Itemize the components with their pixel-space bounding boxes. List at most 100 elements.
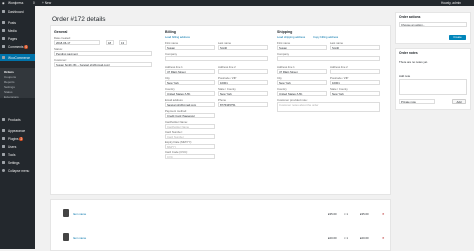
customer-select[interactable]: Susan Smith (#1 – hangari.shi@gmail.com)	[54, 62, 152, 67]
hour-input[interactable]: 18	[106, 40, 114, 45]
order-items-panel: Item name £35.00 × 1 £35.00 ✕ Item name …	[50, 199, 391, 251]
delete-item-icon[interactable]: ✕	[382, 236, 384, 240]
order-action-select[interactable]: Choose an action...	[399, 22, 467, 27]
submenu-reports[interactable]: Reports	[4, 80, 15, 84]
menu-appearance[interactable]: Appearance	[0, 127, 35, 134]
product-thumbnail	[63, 233, 69, 241]
shipping-first-name-input[interactable]: Susan	[277, 45, 327, 50]
submenu-settings[interactable]: Settings	[4, 85, 15, 89]
billing-phone-input[interactable]: 8776345751	[218, 102, 268, 107]
product-thumbnail	[63, 209, 69, 217]
no-notes-text: There are no notes yet.	[399, 60, 428, 64]
item-cost: £35.00	[328, 212, 337, 216]
billing-addr2-input[interactable]	[218, 69, 268, 74]
note-type-select[interactable]: Private note	[399, 99, 435, 104]
posts-icon	[2, 20, 5, 24]
item-name-link[interactable]: Item name	[73, 212, 86, 216]
menu-posts[interactable]: Posts	[0, 19, 35, 26]
page-title: Order #172 details	[52, 16, 106, 23]
shipping-addr2-input[interactable]	[330, 69, 380, 74]
status-select[interactable]: Pending payment	[54, 51, 152, 56]
shipping-company-input[interactable]	[277, 56, 380, 61]
add-note-button[interactable]: Add	[452, 99, 466, 104]
new-content-link[interactable]: + New	[42, 1, 51, 5]
order-data-panel: General Date created: 2018-06-17 18 13 S…	[50, 25, 391, 195]
menu-tools[interactable]: Tools	[0, 151, 35, 158]
admin-bar: ◉ Wordpress 0 + New Howdy, admin	[0, 0, 474, 6]
date-created-input[interactable]: 2018-06-17	[54, 40, 100, 45]
comments-count[interactable]: 0	[33, 1, 35, 5]
woocommerce-submenu: Orders Coupons Reports Settings Status E…	[0, 68, 35, 99]
menu-users[interactable]: Users	[0, 143, 35, 150]
billing-last-name-input[interactable]: Smith	[218, 45, 268, 50]
item-qty: × 1	[344, 236, 348, 240]
load-billing-link[interactable]: Load billing address	[165, 35, 190, 39]
expiry-input[interactable]: MM/YY	[165, 144, 215, 149]
tools-icon	[2, 152, 5, 156]
add-note-textarea[interactable]	[399, 79, 467, 95]
minute-input[interactable]: 13	[119, 40, 127, 45]
submenu-coupons[interactable]: Coupons	[4, 75, 16, 79]
payment-method-select[interactable]: Credit Card (Sagepay)	[165, 113, 215, 118]
billing-country-select[interactable]: United States (US)	[165, 91, 215, 96]
billing-heading: Billing	[165, 30, 176, 34]
menu-dashboard[interactable]: Dashboard	[0, 8, 35, 15]
shipping-city-input[interactable]: New York	[277, 80, 327, 85]
submenu-orders[interactable]: Orders	[4, 70, 14, 74]
item-total: £35.00	[360, 212, 369, 216]
item-name-link[interactable]: Item name	[73, 236, 86, 240]
site-name-link[interactable]: Wordpress	[8, 1, 23, 5]
cvc-input[interactable]: CVC	[165, 154, 215, 159]
billing-email-input[interactable]: hangari.shi@gmail.com	[165, 102, 215, 107]
dashboard-icon	[2, 9, 5, 13]
submenu-status[interactable]: Status	[4, 90, 13, 94]
billing-company-input[interactable]	[165, 56, 268, 61]
plugins-icon	[2, 136, 5, 140]
shipping-heading: Shipping	[277, 30, 293, 34]
users-icon	[2, 144, 5, 148]
cardholder-input[interactable]: Cardholder Name	[165, 124, 215, 129]
billing-addr1-input[interactable]: 47 Rlain Street	[165, 69, 215, 74]
menu-products[interactable]: Products	[0, 116, 35, 123]
account-greeting[interactable]: Howdy, admin	[441, 1, 461, 5]
collapse-icon	[2, 168, 5, 172]
billing-city-input[interactable]: New York	[165, 80, 215, 85]
card-number-input[interactable]: Card Number	[165, 134, 215, 139]
customer-note-textarea[interactable]: Customer notes about the order	[277, 102, 380, 112]
menu-media[interactable]: Media	[0, 27, 35, 34]
add-note-label: Add note	[399, 74, 411, 78]
menu-woocommerce[interactable]: WooCommerce	[0, 54, 35, 61]
settings-icon	[2, 160, 5, 164]
plugins-badge: 2	[19, 136, 24, 141]
shipping-state-select[interactable]: New York	[330, 91, 380, 96]
collapse-menu-button[interactable]: Collapse menu	[0, 167, 35, 174]
shipping-postcode-input[interactable]: 10001	[330, 80, 380, 85]
billing-state-select[interactable]: New York	[218, 91, 268, 96]
order-actions-box: Order actions Choose an action... Create	[395, 12, 471, 44]
menu-plugins[interactable]: Plugins 2	[0, 135, 35, 142]
woocommerce-icon	[2, 55, 5, 59]
delete-item-icon[interactable]: ✕	[382, 212, 384, 216]
copy-billing-link[interactable]: Copy billing address	[313, 35, 338, 39]
shipping-addr1-input[interactable]: 47 Rlain Street	[277, 69, 327, 74]
pages-icon	[2, 36, 5, 40]
shipping-last-name-input[interactable]: Smith	[330, 45, 380, 50]
item-cost: £20.00	[328, 236, 337, 240]
wordpress-logo-icon[interactable]: ◉	[2, 1, 5, 5]
menu-comments[interactable]: Comments 0	[0, 43, 35, 50]
general-heading: General	[54, 30, 68, 34]
item-total: £20.00	[360, 236, 369, 240]
submenu-extensions[interactable]: Extensions	[4, 95, 19, 99]
billing-postcode-input[interactable]: 10001	[218, 80, 268, 85]
appearance-icon	[2, 128, 5, 132]
load-shipping-link[interactable]: Load shipping address	[277, 35, 305, 39]
shipping-country-select[interactable]: United States (US)	[277, 91, 327, 96]
media-icon	[2, 28, 5, 32]
menu-pages[interactable]: Pages	[0, 35, 35, 42]
products-icon	[2, 117, 5, 121]
menu-settings[interactable]: Settings	[0, 159, 35, 166]
billing-first-name-input[interactable]: Susan	[165, 45, 215, 50]
create-button[interactable]: Create	[449, 35, 466, 40]
order-notes-title: Order notes	[399, 51, 418, 55]
order-notes-box: Order notes There are no notes yet. Add …	[395, 48, 471, 110]
